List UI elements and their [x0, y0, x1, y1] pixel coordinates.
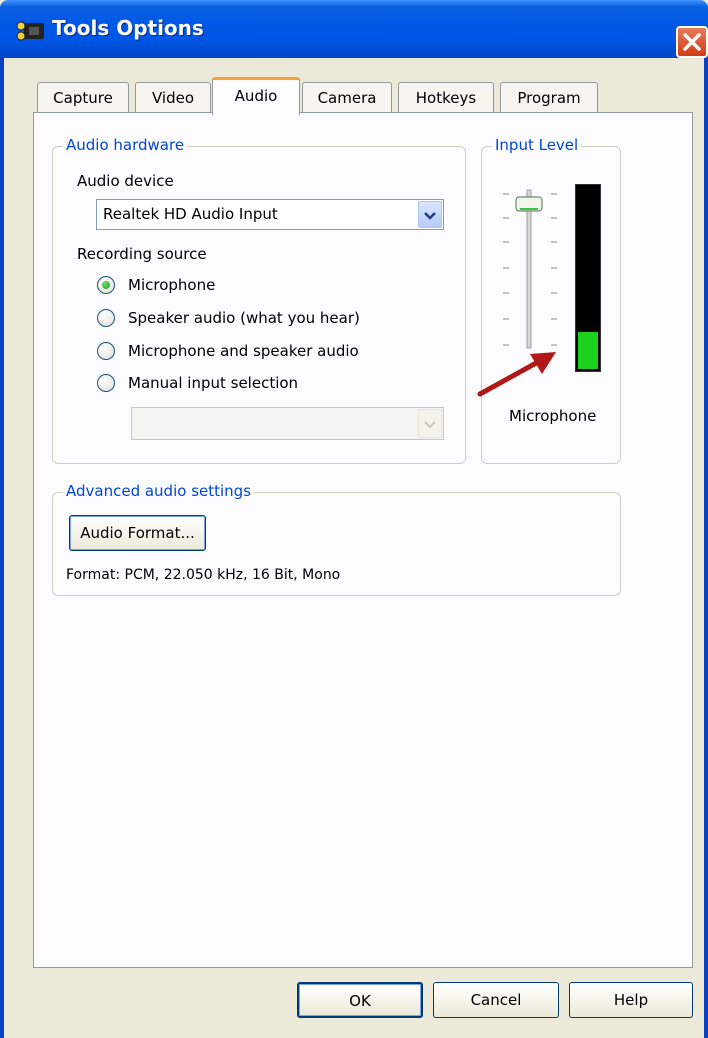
input-level-meter: [575, 184, 601, 372]
tab-label: Audio: [234, 87, 278, 105]
help-button-label: Help: [613, 991, 649, 1009]
recording-source-label: Recording source: [77, 245, 207, 263]
radio-speaker-audio[interactable]: [97, 309, 115, 327]
audio-format-button-label: Audio Format...: [80, 524, 195, 542]
audio-format-button[interactable]: Audio Format...: [69, 515, 206, 551]
input-source-name: Microphone: [509, 407, 597, 425]
chevron-down-icon: [424, 212, 436, 220]
close-button[interactable]: [676, 26, 708, 58]
advanced-audio-title: Advanced audio settings: [63, 482, 255, 500]
tab-video[interactable]: Video: [135, 82, 211, 114]
audio-device-select[interactable]: Realtek HD Audio Input: [96, 199, 444, 230]
audio-device-label: Audio device: [77, 172, 174, 190]
audio-hardware-title: Audio hardware: [63, 136, 188, 154]
cancel-button[interactable]: Cancel: [433, 982, 559, 1018]
tab-label: Camera: [317, 89, 377, 107]
tab-program[interactable]: Program: [500, 82, 598, 114]
window-frame-right: [704, 58, 708, 1038]
radio-manual-input[interactable]: [97, 374, 115, 392]
tab-label: Capture: [53, 89, 113, 107]
tab-hotkeys[interactable]: Hotkeys: [398, 82, 494, 114]
dropdown-button[interactable]: [418, 409, 442, 438]
radio-microphone[interactable]: [97, 276, 115, 294]
close-icon: [683, 33, 701, 51]
radio-label-microphone-and-speaker[interactable]: Microphone and speaker audio: [128, 342, 359, 360]
annotation-arrow: [477, 352, 556, 397]
dropdown-button[interactable]: [418, 201, 442, 228]
ok-button[interactable]: OK: [297, 982, 423, 1018]
input-level-slider[interactable]: [500, 180, 560, 360]
slider-track: [526, 189, 532, 349]
cancel-button-label: Cancel: [470, 991, 522, 1009]
window-frame-left: [0, 58, 4, 1038]
chevron-down-icon: [424, 421, 436, 429]
tab-camera[interactable]: Camera: [302, 82, 392, 114]
ok-button-label: OK: [349, 992, 371, 1010]
help-button[interactable]: Help: [569, 982, 693, 1018]
radio-microphone-and-speaker[interactable]: [97, 342, 115, 360]
tab-label: Video: [151, 89, 195, 107]
input-level-title: Input Level: [492, 136, 582, 154]
tab-capture[interactable]: Capture: [37, 82, 129, 114]
audio-device-value: Realtek HD Audio Input: [103, 205, 278, 223]
radio-label-speaker-audio[interactable]: Speaker audio (what you hear): [128, 309, 360, 327]
input-level-meter-fill: [578, 332, 598, 369]
radio-label-manual-input[interactable]: Manual input selection: [128, 374, 298, 392]
audio-format-text: Format: PCM, 22.050 kHz, 16 Bit, Mono: [66, 567, 341, 583]
tab-label: Program: [517, 89, 581, 107]
radio-label-microphone[interactable]: Microphone: [128, 276, 215, 294]
window-title: Tools Options: [52, 16, 204, 40]
radio-selected-dot: [102, 281, 110, 289]
camera-app-icon: [16, 21, 44, 41]
tab-audio[interactable]: Audio: [212, 77, 300, 115]
title-bar: Tools Options: [0, 0, 708, 58]
manual-input-select[interactable]: [131, 407, 444, 440]
tab-label: Hotkeys: [415, 89, 477, 107]
